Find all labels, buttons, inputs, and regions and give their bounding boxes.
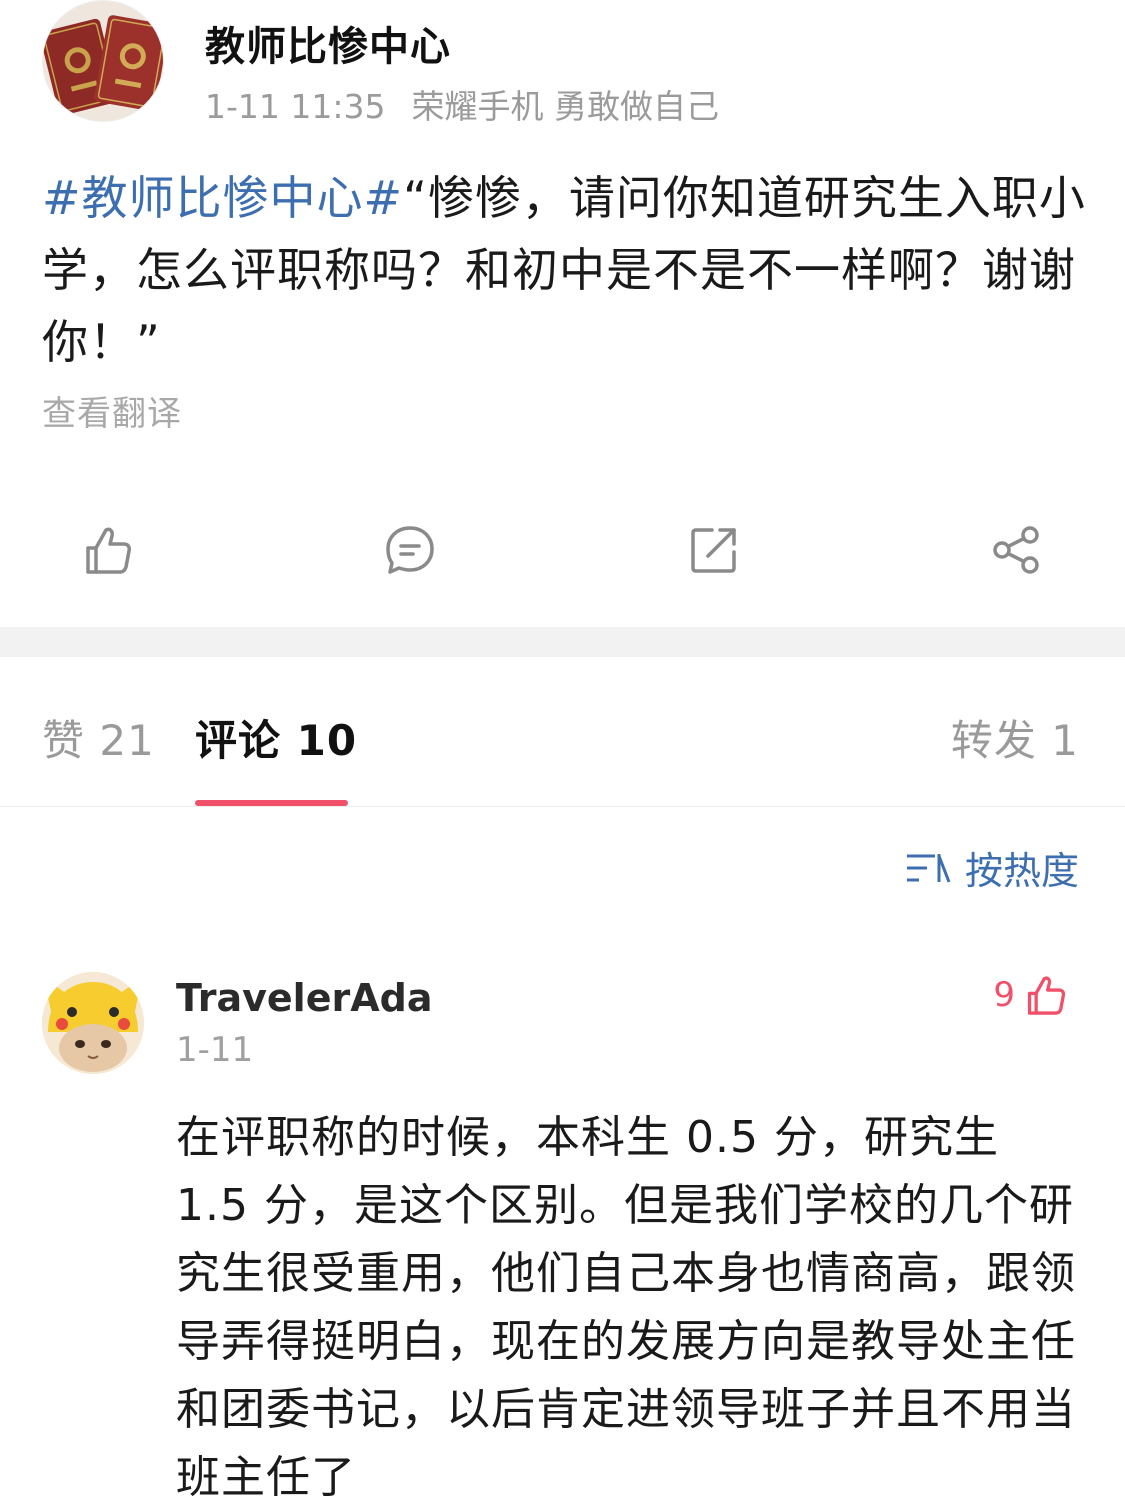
section-divider bbox=[0, 627, 1125, 657]
sort-by-popularity-button[interactable]: 按热度 bbox=[905, 840, 1079, 895]
comment-icon bbox=[386, 526, 434, 574]
comment-date: 1-11 bbox=[176, 1030, 254, 1070]
share-button[interactable] bbox=[976, 510, 1056, 590]
comment-text: 在评职称的时候，本科生 0.5 分，研究生 1.5 分，是这个区别。但是我们学校… bbox=[176, 1112, 1076, 1503]
comment-like-count: 9 bbox=[993, 975, 1015, 1015]
post-body: #教师比惨中心#“惨惨，请问你知道研究生入职小学，怎么评职称吗？和初中是不是不一… bbox=[42, 162, 1087, 378]
hashtag-link[interactable]: #教师比惨中心# bbox=[42, 171, 403, 225]
sort-label: 按热度 bbox=[964, 849, 1079, 893]
thumbs-up-icon bbox=[86, 527, 131, 574]
tab-reposts[interactable]: 转发 1 bbox=[951, 707, 1079, 768]
sort-icon bbox=[906, 853, 951, 883]
post-device: 荣耀手机 勇敢做自己 bbox=[411, 87, 720, 126]
commenter-name[interactable]: TravelerAda bbox=[176, 976, 432, 1020]
commenter-avatar[interactable] bbox=[42, 972, 144, 1074]
active-tab-indicator bbox=[195, 800, 348, 806]
comment-like-button[interactable]: 9 bbox=[993, 972, 1069, 1018]
like-button[interactable] bbox=[68, 510, 148, 590]
post-header: 教师比惨中心 1-11 11:35 荣耀手机 勇敢做自己 bbox=[0, 0, 1125, 140]
certificate-books-image bbox=[43, 1, 163, 121]
thumbs-up-icon bbox=[1027, 976, 1066, 1015]
interaction-tabs: 赞 21 评论 10 转发 1 bbox=[0, 657, 1125, 807]
repost-button[interactable] bbox=[674, 510, 754, 590]
comment-item: TravelerAda 1-11 9 在评职称的时候，本科生 0.5 分，研究生… bbox=[0, 960, 1125, 1511]
weibo-post-page: 教师比惨中心 1-11 11:35 荣耀手机 勇敢做自己 #教师比惨中心#“惨惨，… bbox=[0, 0, 1125, 1511]
view-translation-link[interactable]: 查看翻译 bbox=[42, 386, 182, 435]
pikachu-hat-cat-image bbox=[42, 972, 144, 1074]
author-avatar[interactable] bbox=[42, 0, 164, 122]
post-action-bar bbox=[0, 500, 1125, 600]
post-time: 1-11 11:35 bbox=[205, 87, 386, 126]
tab-likes[interactable]: 赞 21 bbox=[42, 707, 155, 768]
post-meta: 1-11 11:35 荣耀手机 勇敢做自己 bbox=[205, 80, 719, 128]
repost-icon bbox=[691, 528, 736, 573]
share-icon bbox=[993, 526, 1039, 574]
author-name[interactable]: 教师比惨中心 bbox=[205, 14, 451, 72]
comment-button[interactable] bbox=[370, 510, 450, 590]
tab-comments[interactable]: 评论 10 bbox=[195, 707, 357, 768]
